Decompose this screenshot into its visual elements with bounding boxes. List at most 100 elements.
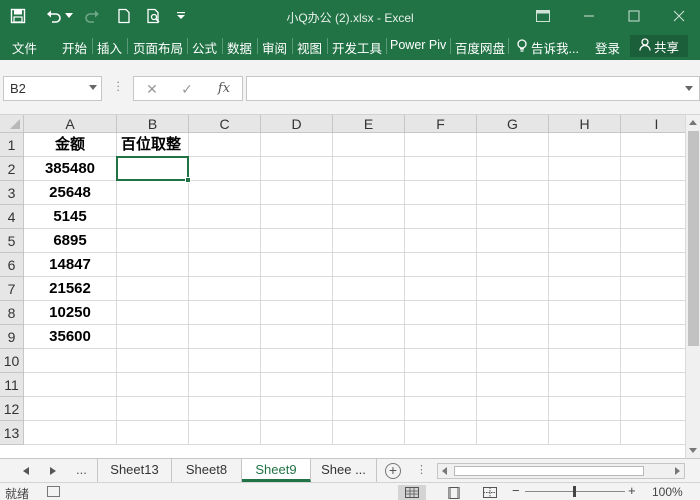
new-file-icon[interactable] [114,6,134,26]
cell-f3[interactable] [405,181,477,205]
cell-f6[interactable] [405,253,477,277]
worksheet-grid[interactable]: A B C D E F G H I 1 金额 百位取整 2 385480 3 25648 4 5145 5 6895 6… [0,115,685,458]
page-layout-view-icon[interactable] [440,485,468,500]
sheet-tab-sheet9[interactable]: Sheet9 [242,459,311,482]
cell-c11[interactable] [189,373,261,397]
name-box[interactable]: B2 [3,76,102,101]
cell-f9[interactable] [405,325,477,349]
cell-c8[interactable] [189,301,261,325]
cell-e11[interactable] [333,373,405,397]
cell-b11[interactable] [117,373,189,397]
zoom-in-button[interactable]: + [628,483,636,498]
column-header-g[interactable]: G [477,115,549,133]
column-header-f[interactable]: F [405,115,477,133]
cell-h10[interactable] [549,349,621,373]
cell-e13[interactable] [333,421,405,445]
cell-b1[interactable]: 百位取整 [117,133,189,157]
cell-a3[interactable]: 25648 [24,181,117,205]
cell-e3[interactable] [333,181,405,205]
cell-a5[interactable]: 6895 [24,229,117,253]
cell-d7[interactable] [261,277,333,301]
cell-g12[interactable] [477,397,549,421]
cell-c13[interactable] [189,421,261,445]
confirm-entry-icon[interactable]: ✓ [177,81,197,97]
cell-e8[interactable] [333,301,405,325]
zoom-out-button[interactable]: − [512,483,520,498]
cell-e4[interactable] [333,205,405,229]
cell-h9[interactable] [549,325,621,349]
cell-f12[interactable] [405,397,477,421]
cell-g1[interactable] [477,133,549,157]
vertical-scroll-thumb[interactable] [688,131,699,346]
cell-d12[interactable] [261,397,333,421]
cell-a4[interactable]: 5145 [24,205,117,229]
cell-c6[interactable] [189,253,261,277]
customize-toolbar-icon[interactable] [174,6,188,26]
tab-power-pivot[interactable]: Power Piv [390,38,446,52]
cell-a10[interactable] [24,349,117,373]
cell-c2[interactable] [189,157,261,181]
tab-data[interactable]: 数据 [227,38,252,57]
cell-c10[interactable] [189,349,261,373]
save-icon[interactable] [8,6,28,26]
cell-h2[interactable] [549,157,621,181]
cell-f10[interactable] [405,349,477,373]
tell-me-box[interactable]: 告诉我... [516,38,579,57]
cell-g2[interactable] [477,157,549,181]
undo-dropdown-icon[interactable] [64,6,74,26]
cell-c4[interactable] [189,205,261,229]
column-header-h[interactable]: H [549,115,621,133]
cell-g4[interactable] [477,205,549,229]
cell-d4[interactable] [261,205,333,229]
normal-view-icon[interactable] [398,485,426,500]
cell-b2[interactable] [117,157,189,181]
cell-b9[interactable] [117,325,189,349]
cell-c12[interactable] [189,397,261,421]
cell-d6[interactable] [261,253,333,277]
cell-b6[interactable] [117,253,189,277]
cell-i11[interactable] [621,373,685,397]
cell-f4[interactable] [405,205,477,229]
cell-i13[interactable] [621,421,685,445]
zoom-level[interactable]: 100% [652,485,683,499]
cell-a8[interactable]: 10250 [24,301,117,325]
tab-developer[interactable]: 开发工具 [332,38,382,57]
column-header-a[interactable]: A [24,115,117,133]
page-break-view-icon[interactable] [476,485,504,500]
scroll-down-icon[interactable] [689,448,697,453]
undo-icon[interactable] [44,6,64,26]
cell-e7[interactable] [333,277,405,301]
tab-file[interactable]: 文件 [12,38,37,57]
tab-formulas[interactable]: 公式 [192,38,217,57]
cell-d3[interactable] [261,181,333,205]
cell-a11[interactable] [24,373,117,397]
tab-view[interactable]: 视图 [297,38,322,57]
sign-in-link[interactable]: 登录 [595,38,620,57]
row-header-12[interactable]: 12 [0,397,24,421]
minimize-icon[interactable] [578,6,600,26]
cell-h3[interactable] [549,181,621,205]
row-header-10[interactable]: 10 [0,349,24,373]
cell-b4[interactable] [117,205,189,229]
row-header-7[interactable]: 7 [0,277,24,301]
cell-g7[interactable] [477,277,549,301]
next-sheet-icon[interactable] [47,465,59,477]
horizontal-scrollbar[interactable] [437,463,685,479]
cell-f7[interactable] [405,277,477,301]
row-header-13[interactable]: 13 [0,421,24,445]
cell-e10[interactable] [333,349,405,373]
cell-a13[interactable] [24,421,117,445]
cell-d2[interactable] [261,157,333,181]
cell-h7[interactable] [549,277,621,301]
chevron-down-icon[interactable] [89,85,97,90]
column-header-d[interactable]: D [261,115,333,133]
cell-b7[interactable] [117,277,189,301]
sheet-tab-sheet13[interactable]: Sheet13 [97,459,172,482]
cancel-entry-icon[interactable]: ✕ [142,81,162,97]
cell-g8[interactable] [477,301,549,325]
cell-i4[interactable] [621,205,685,229]
more-sheets-left[interactable]: ... [76,462,87,477]
cell-i8[interactable] [621,301,685,325]
cell-h12[interactable] [549,397,621,421]
vertical-scrollbar[interactable] [685,115,700,458]
